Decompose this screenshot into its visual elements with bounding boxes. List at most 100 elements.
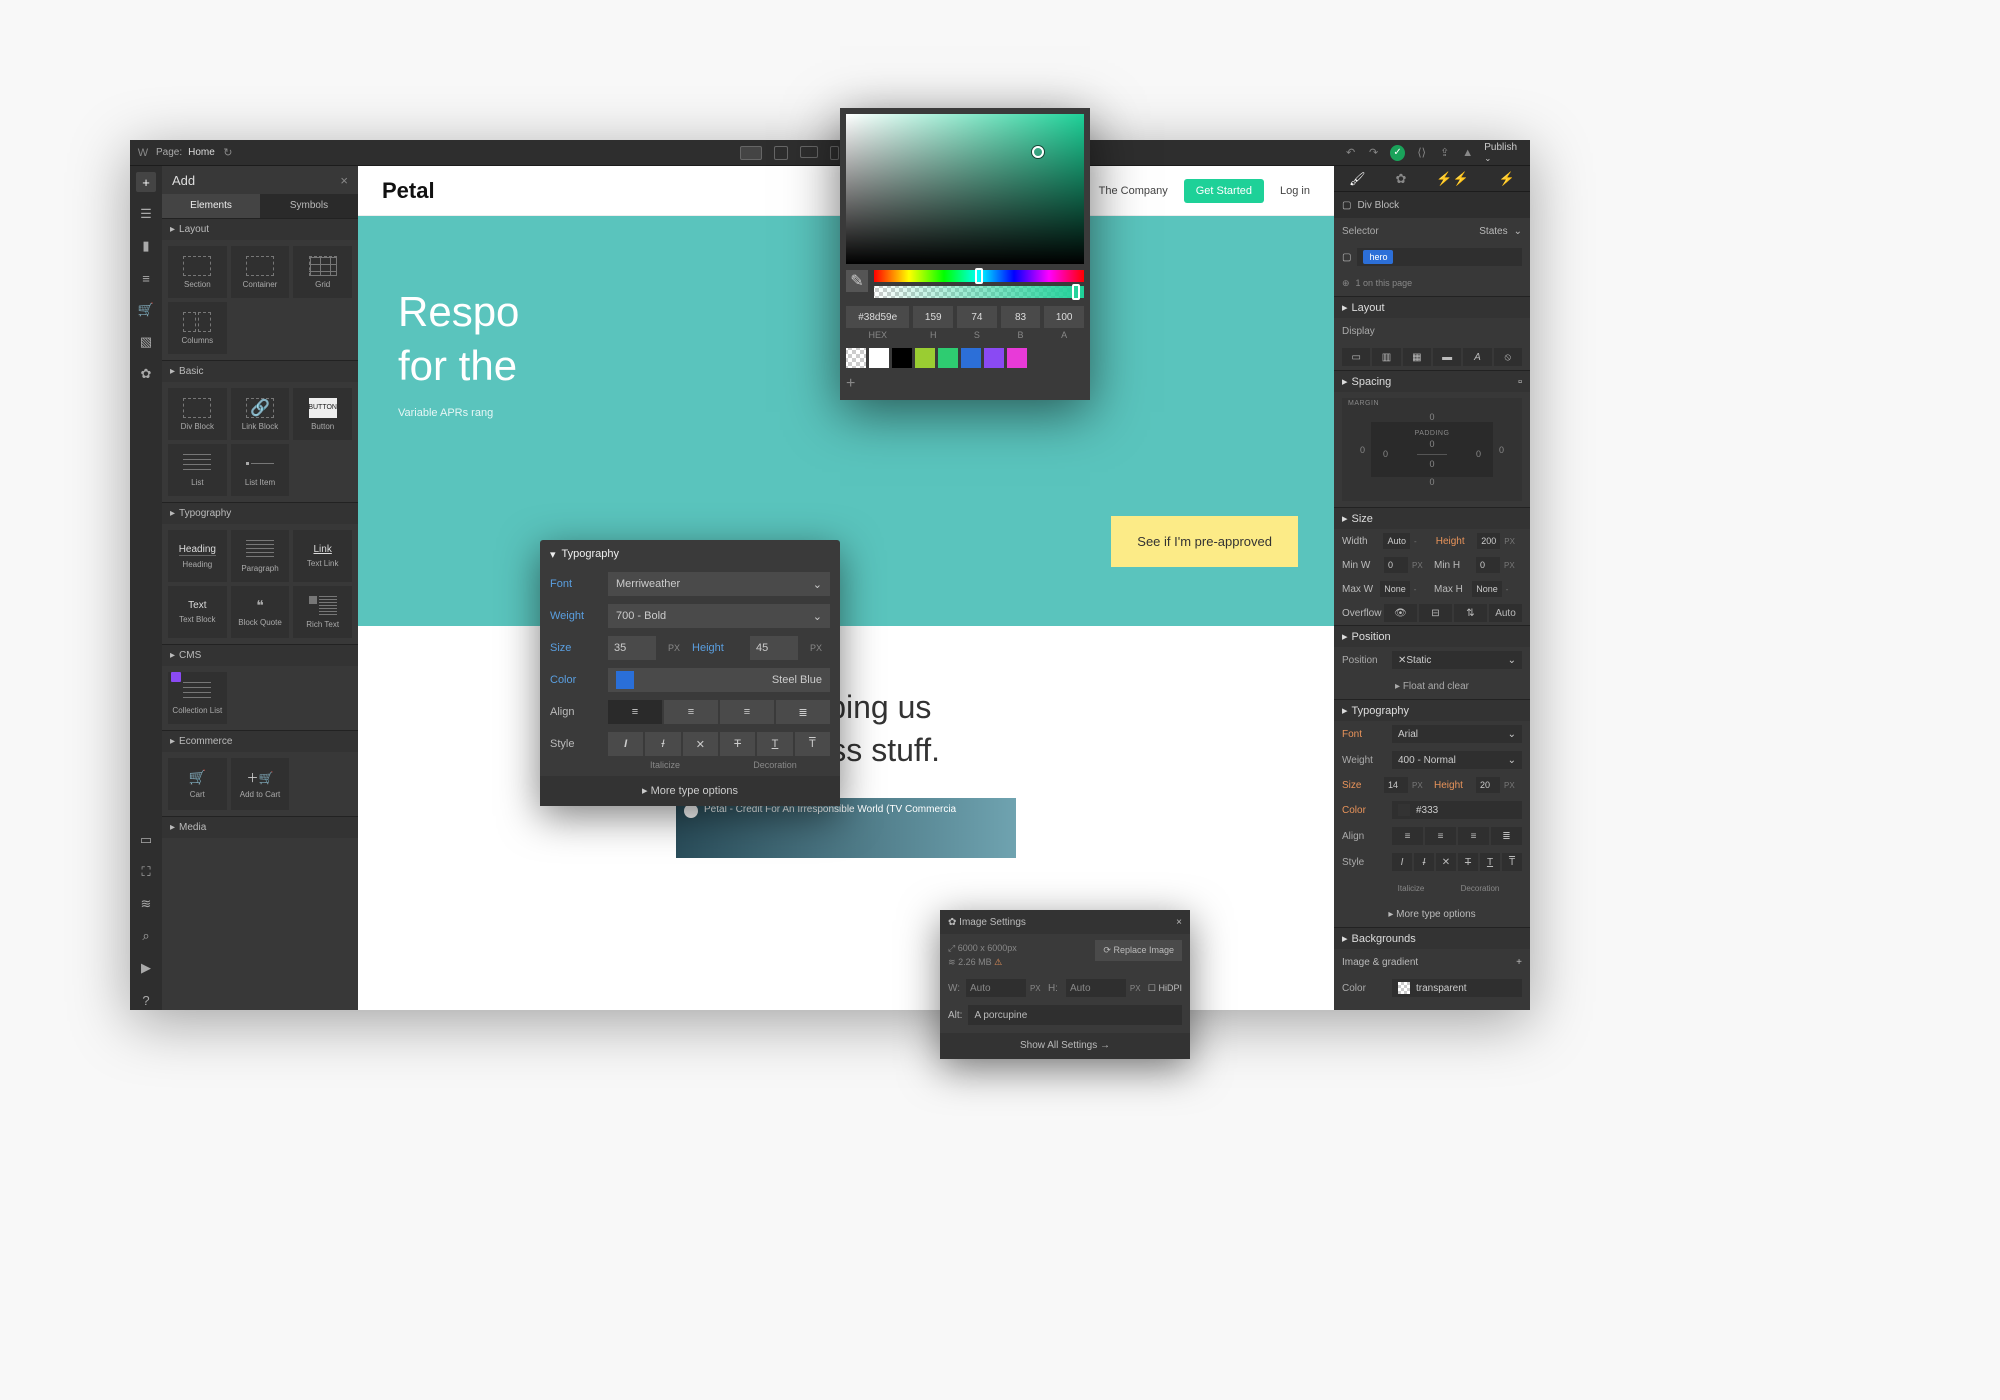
element-div-block[interactable]: Div Block [168, 388, 227, 440]
add-panel-icon[interactable]: + [136, 172, 156, 192]
color-input[interactable]: #333 [1392, 801, 1522, 819]
h-input[interactable]: 159 [913, 306, 953, 328]
tab-elements[interactable]: Elements [162, 194, 260, 218]
float-font-select[interactable]: Merriweather⌄ [608, 572, 830, 596]
lineheight-input[interactable]: 20 [1476, 777, 1500, 793]
overflow-hidden-icon[interactable]: ⊟ [1419, 604, 1452, 622]
dec-underline-icon[interactable]: T [1480, 853, 1500, 871]
device-tablet-icon[interactable] [774, 146, 788, 160]
export-icon[interactable]: ⇪ [1438, 146, 1451, 160]
color-saturation-area[interactable] [846, 114, 1084, 264]
element-heading[interactable]: HeadingHeading [168, 530, 227, 582]
element-grid[interactable]: Grid [293, 246, 352, 298]
bg-color-input[interactable]: transparent [1392, 979, 1522, 997]
add-swatch-icon[interactable]: + [846, 374, 1084, 394]
swatch[interactable] [869, 348, 889, 368]
tab-effects-icon[interactable]: ⚡ [1499, 171, 1515, 187]
maxw-input[interactable]: None [1380, 581, 1410, 597]
font-select[interactable]: Arial⌄ [1392, 725, 1522, 743]
display-flex-icon[interactable]: ▥ [1372, 348, 1400, 366]
minh-input[interactable]: 0 [1476, 557, 1500, 573]
element-add-to-cart[interactable]: ＋🛒Add to Cart [231, 758, 290, 810]
device-tablet-landscape-icon[interactable] [800, 146, 818, 158]
show-all-settings-button[interactable]: Show All Settings → [940, 1033, 1190, 1059]
hue-slider[interactable] [874, 270, 1084, 282]
image-width-input[interactable]: Auto [966, 979, 1026, 997]
float-weight-select[interactable]: 700 - Bold⌄ [608, 604, 830, 628]
video-icon[interactable]: ▶ [136, 958, 156, 978]
overflow-visible-icon[interactable]: 👁 [1384, 604, 1417, 622]
element-paragraph[interactable]: Paragraph [231, 530, 290, 582]
add-bg-icon[interactable]: + [1516, 957, 1522, 968]
undo-icon[interactable]: ↶ [1344, 146, 1357, 160]
float-lineheight-input[interactable]: 45 [750, 636, 798, 660]
video-thumbnail[interactable]: Petal - Credit For An Irresponsible Worl… [676, 798, 1016, 858]
align-justify-icon[interactable]: ≣ [1491, 827, 1522, 845]
spacing-expand-icon[interactable]: ▫ [1518, 376, 1522, 388]
device-icon[interactable]: ▭ [136, 830, 156, 850]
float-color-input[interactable]: Steel Blue [608, 668, 830, 692]
hidpi-toggle[interactable]: ☐ HiDPI [1148, 983, 1182, 994]
element-list-item[interactable]: List Item [231, 444, 290, 496]
align-right-icon[interactable]: ≡ [1458, 827, 1489, 845]
preapproved-button[interactable]: See if I'm pre-approved [1111, 516, 1298, 567]
element-cart[interactable]: 🛒Cart [168, 758, 227, 810]
width-input[interactable]: Auto [1383, 533, 1410, 549]
display-block-icon[interactable]: ▭ [1342, 348, 1370, 366]
element-columns[interactable]: Columns [168, 302, 227, 354]
element-list[interactable]: List [168, 444, 227, 496]
float-dec-underline-icon[interactable]: T [757, 732, 792, 756]
float-dec-none-icon[interactable]: ✕ [683, 732, 718, 756]
help-icon[interactable]: ? [136, 990, 156, 1010]
display-inline-block-icon[interactable]: ▬ [1433, 348, 1461, 366]
audit-icon[interactable]: ▲ [1461, 146, 1474, 160]
chevron-down-icon[interactable]: ⌄ [1514, 226, 1522, 237]
s-input[interactable]: 74 [957, 306, 997, 328]
float-dec-strike-icon[interactable]: T [720, 732, 755, 756]
swatch[interactable] [1007, 348, 1027, 368]
alpha-slider[interactable] [874, 286, 1084, 298]
float-align-right-icon[interactable]: ≡ [720, 700, 774, 724]
pages-icon[interactable]: ☰ [136, 204, 156, 224]
float-dec-overline-icon[interactable]: T [795, 732, 830, 756]
status-ok-icon[interactable]: ✓ [1390, 145, 1405, 161]
redo-icon[interactable]: ↷ [1367, 146, 1380, 160]
replace-image-button[interactable]: ⟳ Replace Image [1095, 940, 1182, 961]
fontsize-input[interactable]: 14 [1384, 777, 1408, 793]
file-icon[interactable]: ▮ [136, 236, 156, 256]
minw-input[interactable]: 0 [1384, 557, 1408, 573]
italic-off-icon[interactable]: I [1414, 853, 1434, 871]
float-italic-off-icon[interactable]: I [645, 732, 680, 756]
navigator-icon[interactable]: ⛶ [136, 862, 156, 882]
play-icon[interactable] [684, 804, 698, 818]
code-icon[interactable]: ⟨⟩ [1415, 146, 1428, 160]
more-typo-toggle[interactable]: ▸ More type options [1388, 909, 1475, 920]
tab-symbols[interactable]: Symbols [260, 194, 358, 218]
display-grid-icon[interactable]: ▦ [1403, 348, 1431, 366]
float-clear-toggle[interactable]: ▸ Float and clear [1395, 681, 1469, 692]
float-align-left-icon[interactable]: ≡ [608, 700, 662, 724]
publish-dropdown[interactable]: Publish ⌄ [1484, 142, 1524, 164]
image-height-input[interactable]: Auto [1066, 979, 1126, 997]
device-mobile-icon[interactable] [830, 146, 839, 160]
float-italic-on-icon[interactable]: I [608, 732, 643, 756]
breadcrumb[interactable]: Div Block [1357, 200, 1399, 211]
display-inline-icon[interactable]: A [1463, 348, 1491, 366]
nav-company[interactable]: The Company [1099, 185, 1168, 197]
page-name[interactable]: Home [188, 147, 215, 158]
a-input[interactable]: 100 [1044, 306, 1084, 328]
swatch[interactable] [938, 348, 958, 368]
typo-panel-header[interactable]: ▾Typography [540, 540, 840, 568]
selector-field[interactable]: hero [1357, 248, 1522, 266]
swatch[interactable] [915, 348, 935, 368]
italic-on-icon[interactable]: I [1392, 853, 1412, 871]
dec-strike-icon[interactable]: T [1458, 853, 1478, 871]
float-align-center-icon[interactable]: ≡ [664, 700, 718, 724]
swatch[interactable] [961, 348, 981, 368]
height-input[interactable]: 200 [1477, 533, 1500, 549]
element-rich-text[interactable]: Rich Text [293, 586, 352, 638]
tab-settings-icon[interactable]: ✿ [1396, 171, 1407, 187]
ecommerce-icon[interactable]: 🛒 [136, 300, 156, 320]
element-link-block[interactable]: 🔗Link Block [231, 388, 290, 440]
tab-interactions-icon[interactable]: ⚡⚡ [1436, 171, 1468, 187]
